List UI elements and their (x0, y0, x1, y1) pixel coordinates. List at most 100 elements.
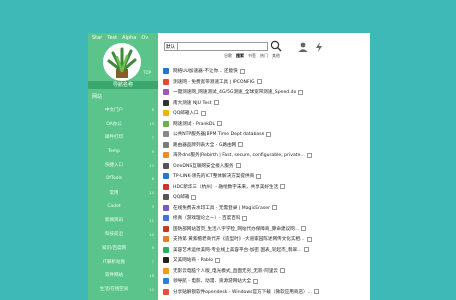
link-title[interactable]: 路由器品牌列表大全 - G路由网 (173, 142, 236, 148)
link-title[interactable]: 国防部网站首页_生活八字学检_网站代办保障商_算命建议网... (173, 226, 299, 232)
external-link-icon[interactable] (306, 236, 312, 242)
external-link-icon[interactable] (256, 79, 262, 85)
sidebar-item[interactable]: Temp 9 (88, 144, 158, 158)
link-row[interactable]: QQ邮箱入口 (163, 108, 368, 119)
external-link-icon[interactable] (280, 268, 286, 274)
link-title[interactable]: QQ邮箱入口 (173, 110, 199, 116)
external-link-icon[interactable] (266, 131, 272, 137)
sidebar-item[interactable]: IT解析站盘 7 (88, 255, 158, 269)
external-link-icon[interactable] (238, 142, 244, 148)
link-row[interactable]: 无影云电脑个人版_电光模式_直面无穷_无影-阿里云 (163, 266, 368, 277)
top-nav-item[interactable]: Ov (141, 35, 148, 41)
sidebar-item[interactable]: 软件网站 18 (88, 269, 158, 283)
link-title[interactable]: 网速测试 - PrankDL (173, 121, 215, 127)
favicon-icon (163, 257, 169, 264)
bolt-icon[interactable] (315, 42, 323, 52)
link-row[interactable]: 在线免费去水印工具 - 无需登录 | MagicEraser (163, 203, 368, 214)
link-title[interactable]: HDC新华三（杭州）- 融绘数字未来，共享美好生活 (173, 184, 278, 190)
top-nav-item[interactable]: Test (107, 35, 117, 41)
link-row[interactable]: 修真（游戏理论之一）- 百度百科 (163, 213, 368, 224)
link-row[interactable]: 分享贴解锁软件opendesk - Windows官方下载（微软应用商店）... (163, 287, 368, 298)
sidebar-menu: 中文门户 8 OA办公 15 邮件打印 7 Temp 9 快捷入口 12 OfTools 6… (88, 103, 158, 296)
link-title[interactable]: 无影云电脑个人版_电光模式_直面无穷_无影-阿里云 (173, 268, 278, 274)
external-link-icon[interactable] (235, 163, 241, 169)
link-title[interactable]: 修真（游戏理论之一）- 百度百科 (173, 215, 240, 221)
sidebar-item[interactable]: 中文门户 8 (88, 103, 158, 117)
link-row[interactable]: 国防部网站首页_生活八字学检_网站代办保障商_算命建议网... (163, 224, 368, 235)
plant-logo-icon[interactable] (103, 43, 141, 81)
search-input[interactable] (178, 41, 268, 51)
external-link-icon[interactable] (217, 121, 223, 127)
sidebar-item-count: 14 (149, 190, 154, 196)
sidebar-banner[interactable]: 导航名称 (88, 81, 158, 89)
external-link-icon[interactable] (280, 184, 286, 190)
external-link-icon[interactable] (253, 278, 259, 284)
external-link-icon[interactable] (214, 257, 220, 263)
link-row[interactable]: 路由器品牌列表大全 - G路由网 (163, 140, 368, 151)
link-row[interactable]: 网络UU加速器-不让你... 还能快 (163, 66, 368, 77)
link-title[interactable]: 在线免费去水印工具 - 无需登录 | MagicEraser (173, 205, 270, 211)
external-link-icon[interactable] (200, 110, 206, 116)
sidebar-item-label: Cadet (107, 203, 121, 209)
external-link-icon[interactable] (298, 89, 304, 95)
sidebar-item[interactable]: OfTools 6 (88, 172, 158, 186)
link-title[interactable]: 又美网站商 - Pablo (173, 257, 213, 263)
top-nav-item[interactable]: Alpha (122, 35, 136, 41)
sidebar-item[interactable]: Cadet 3 (88, 200, 158, 214)
sidebar-item[interactable]: OA办公 15 (88, 117, 158, 131)
user-icon[interactable] (298, 42, 308, 52)
top-nav-item[interactable]: Star (92, 35, 102, 41)
link-row[interactable]: 一键测速网_网速测试_4G/5G测速_全球宽带测速_Speed.do (163, 87, 368, 98)
link-title[interactable]: 领导航 - 电影、动漫、资源游网站大全 (173, 278, 251, 284)
link-title[interactable]: QQ邮箱 (173, 194, 189, 200)
sidebar-item[interactable]: 新闻资讯 11 (88, 213, 158, 227)
search-tab-active[interactable]: 搜索 (236, 53, 244, 59)
link-title[interactable]: OneDNS互联网安全接入服务 (173, 163, 234, 169)
link-row[interactable]: OneDNS互联网安全接入服务 (163, 161, 368, 172)
sidebar-item[interactable]: 科技前沿 10 (88, 227, 158, 241)
link-title[interactable]: 公共NTP服务器|BPM Time Dept database (173, 131, 264, 137)
external-link-icon[interactable] (303, 247, 309, 253)
search-tab[interactable]: 其他 (272, 53, 280, 59)
search-engine-select[interactable]: 默认 (164, 41, 178, 51)
search-tab[interactable]: 谷歌 (224, 53, 232, 59)
search-icon[interactable] (270, 40, 282, 52)
link-title[interactable]: 美容艺术运纹美网-专业线上美容平台-加密 国表_轮起杰_翡翠... (173, 247, 302, 253)
link-row[interactable]: 公共NTP服务器|BPM Time Dept database (163, 129, 368, 140)
link-row[interactable]: 又美网站商 - Pablo (163, 255, 368, 266)
link-title[interactable]: 南大测速 NJU Test (173, 100, 212, 106)
link-row[interactable]: 南大测速 NJU Test (163, 98, 368, 109)
sidebar-item[interactable]: 常用 14 (88, 186, 158, 200)
link-title[interactable]: 一键测速网_网速测试_4G/5G测速_全球宽带测速_Speed.do (173, 89, 296, 95)
link-row[interactable]: 美容艺术运纹美网-专业线上美容平台-加密 国表_轮起杰_翡翠... (163, 245, 368, 256)
link-title[interactable]: 支持第 黄紫檀老商代开《造型时》-大道家园陈述网传文化实相... (173, 236, 305, 242)
external-link-icon[interactable] (256, 173, 262, 179)
link-row[interactable]: TP-LINK-领先的ICT整体解决方案提供商 (163, 171, 368, 182)
link-title[interactable]: 海外dns服务|Rebirth | Fast, secure, configur… (173, 152, 305, 158)
link-title[interactable]: 分享贴解锁软件opendesk - Windows官方下载（微软应用商店）... (173, 289, 312, 295)
external-link-icon[interactable] (314, 289, 320, 295)
external-link-icon[interactable] (301, 226, 307, 232)
sidebar-item[interactable]: 生活/在线空间 12 (88, 282, 158, 296)
link-row[interactable]: 海外dns服务|Rebirth | Fast, secure, configur… (163, 150, 368, 161)
link-title[interactable]: TP-LINK-领先的ICT整体解决方案提供商 (173, 173, 254, 179)
link-row[interactable]: 领导航 - 电影、动漫、资源游网站大全 (163, 276, 368, 287)
search-tab[interactable]: 书签 (248, 53, 256, 59)
external-link-icon[interactable] (239, 68, 245, 74)
link-row[interactable]: HDC新华三（杭州）- 融绘数字未来，共享美好生活 (163, 182, 368, 193)
external-link-icon[interactable] (242, 215, 248, 221)
external-link-icon[interactable] (213, 100, 219, 106)
search-tab[interactable]: 热门 (260, 53, 268, 59)
external-link-icon[interactable] (271, 205, 277, 211)
link-row[interactable]: 网速测试 - PrankDL (163, 119, 368, 130)
sidebar-item[interactable]: 快捷入口 12 (88, 158, 158, 172)
sidebar-item[interactable]: 邮件打印 7 (88, 131, 158, 145)
link-title[interactable]: 网络UU加速器-不让你... 还能快 (173, 68, 238, 74)
link-row[interactable]: 测速网 - 免费宽带测速工具 | IPCONFIG (163, 77, 368, 88)
external-link-icon[interactable] (191, 194, 197, 200)
link-row[interactable]: 支持第 黄紫檀老商代开《造型时》-大道家园陈述网传文化实相... (163, 234, 368, 245)
link-row[interactable]: QQ邮箱 (163, 192, 368, 203)
external-link-icon[interactable] (306, 152, 312, 158)
link-title[interactable]: 测速网 - 免费宽带测速工具 | IPCONFIG (173, 79, 255, 85)
sidebar-item[interactable]: 知识/百度网 9 (88, 241, 158, 255)
